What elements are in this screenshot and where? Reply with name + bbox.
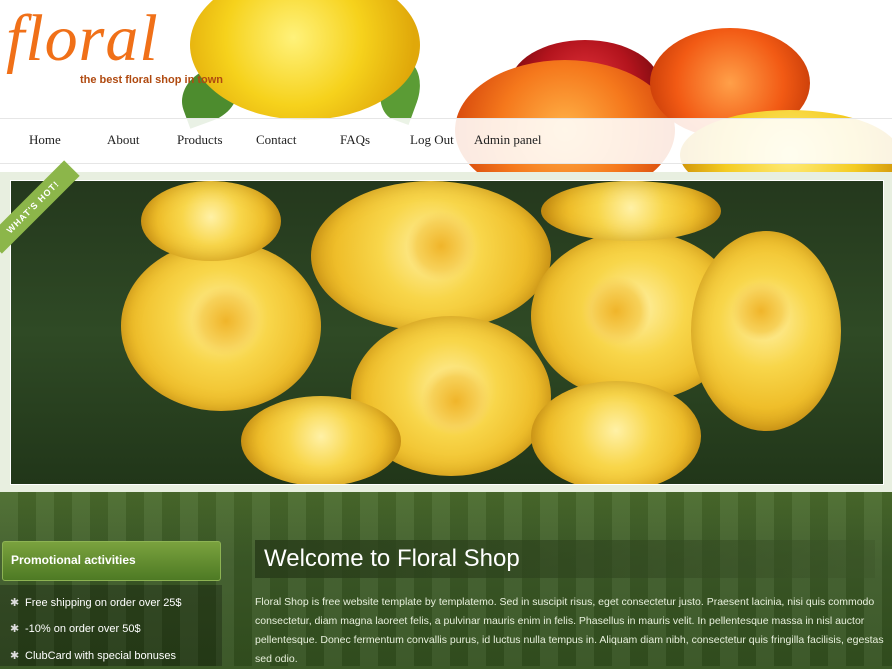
logo-text: floral — [6, 2, 159, 75]
page-title: Welcome to Floral Shop — [264, 545, 520, 572]
star-icon: ✱ — [10, 597, 20, 609]
promo-title: Promotional activities — [11, 553, 136, 567]
star-icon: ✱ — [10, 650, 20, 662]
nav-contact[interactable]: Contact — [256, 132, 296, 148]
logo-tagline: the best floral shop in town — [80, 74, 223, 86]
list-item: ✱ -10% on order over 50$ — [10, 623, 141, 635]
nav-admin-panel[interactable]: Admin panel — [474, 132, 542, 148]
nav-home[interactable]: Home — [29, 132, 61, 148]
rose-decoration — [191, 286, 261, 356]
intro-paragraph: Floral Shop is free website template by … — [255, 596, 884, 665]
rose-decoration — [241, 396, 401, 484]
rose-decoration — [531, 381, 701, 484]
rose-decoration — [141, 181, 281, 261]
rose-decoration — [541, 181, 721, 241]
main-navigation: Home About Products Contact FAQs Log Out… — [0, 118, 892, 164]
nav-about[interactable]: About — [107, 132, 140, 148]
promo-header: Promotional activities — [2, 541, 221, 581]
site-logo[interactable]: floral the best floral shop in town — [4, 4, 244, 100]
star-icon: ✱ — [10, 623, 20, 635]
rose-decoration — [731, 281, 791, 341]
nav-faqs[interactable]: FAQs — [340, 132, 370, 148]
nav-logout[interactable]: Log Out — [410, 132, 454, 148]
rose-decoration — [421, 366, 491, 436]
featured-banner-image — [10, 180, 884, 485]
rose-decoration — [406, 211, 476, 281]
list-item: ✱ Free shipping on order over 25$ — [10, 597, 182, 609]
promo-list: ✱ Free shipping on order over 25$ ✱ -10% o… — [0, 585, 222, 666]
list-item: ✱ ClubCard with special bonuses — [10, 650, 177, 662]
nav-products[interactable]: Products — [177, 132, 223, 148]
rose-decoration — [581, 276, 651, 346]
